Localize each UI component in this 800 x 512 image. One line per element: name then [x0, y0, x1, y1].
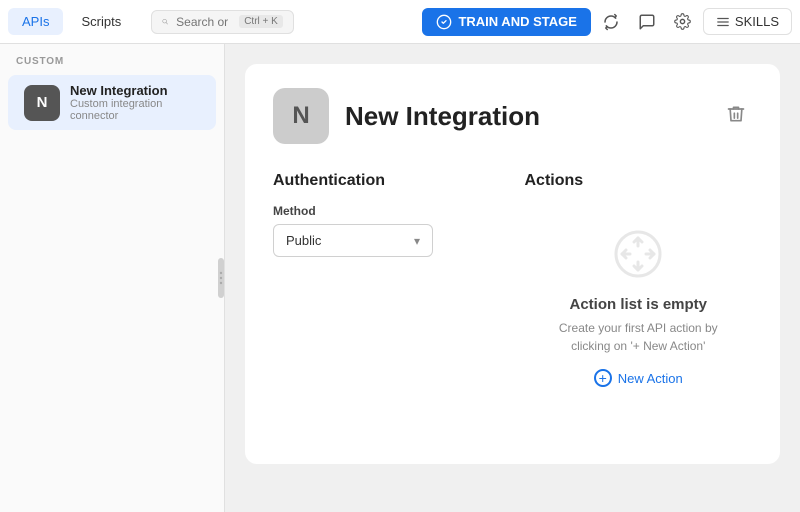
- authentication-title: Authentication: [273, 172, 501, 190]
- integration-avatar: N: [273, 88, 329, 144]
- item-subtitle: Custom integration connector: [70, 98, 200, 122]
- method-select[interactable]: Public ▾: [273, 224, 433, 257]
- tab-scripts[interactable]: Scripts: [67, 8, 135, 35]
- two-col-layout: Authentication Method Public ▾ Actions: [273, 172, 752, 397]
- skills-button[interactable]: SKILLS: [703, 8, 792, 35]
- skills-icon: [716, 15, 730, 29]
- new-action-button[interactable]: + New Action: [594, 369, 683, 387]
- search-box: Ctrl + K: [151, 10, 294, 34]
- actions-empty-state: Action list is empty Create your first A…: [525, 204, 753, 397]
- content-area: N New Integration Authentication Method: [225, 44, 800, 512]
- integration-title: New Integration: [345, 101, 540, 132]
- actions-section: Actions: [525, 172, 753, 397]
- sidebar-item-new-integration[interactable]: N New Integration Custom integration con…: [8, 75, 216, 130]
- sidebar-section-label: CUSTOM: [0, 56, 224, 75]
- authentication-section: Authentication Method Public ▾: [273, 172, 501, 397]
- new-action-label: New Action: [618, 371, 683, 386]
- empty-title: Action list is empty: [569, 296, 707, 313]
- sidebar: CUSTOM N New Integration Custom integrat…: [0, 44, 225, 512]
- integration-card: N New Integration Authentication Method: [245, 64, 780, 464]
- item-name: New Integration: [70, 83, 200, 98]
- resize-handle[interactable]: [218, 258, 224, 298]
- plus-circle-icon: +: [594, 369, 612, 387]
- empty-state-icon: [608, 224, 668, 284]
- main-layout: CUSTOM N New Integration Custom integrat…: [0, 44, 800, 512]
- integration-header: N New Integration: [273, 88, 752, 144]
- actions-title: Actions: [525, 172, 753, 190]
- train-icon: [436, 14, 452, 30]
- train-and-stage-button[interactable]: TRAIN AND STAGE: [422, 8, 590, 36]
- method-label: Method: [273, 204, 501, 218]
- chat-icon: [638, 13, 656, 31]
- sync-button[interactable]: [595, 6, 627, 38]
- avatar: N: [24, 85, 60, 121]
- settings-button[interactable]: [667, 6, 699, 38]
- keyboard-shortcut: Ctrl + K: [239, 15, 283, 28]
- trash-icon: [726, 104, 746, 124]
- search-icon: [162, 15, 168, 28]
- method-value: Public: [286, 233, 321, 248]
- gear-icon: [674, 13, 691, 30]
- search-input[interactable]: [176, 15, 231, 29]
- tab-apis[interactable]: APIs: [8, 8, 63, 35]
- delete-button[interactable]: [720, 98, 752, 135]
- item-info: New Integration Custom integration conne…: [70, 83, 200, 122]
- chevron-down-icon: ▾: [414, 234, 420, 248]
- sync-icon: [602, 13, 620, 31]
- train-btn-label: TRAIN AND STAGE: [458, 14, 576, 29]
- empty-subtitle: Create your first API action by clicking…: [538, 319, 738, 355]
- skills-label: SKILLS: [735, 14, 779, 29]
- topbar: APIs Scripts Ctrl + K TRAIN AND STAGE: [0, 0, 800, 44]
- chat-button[interactable]: [631, 6, 663, 38]
